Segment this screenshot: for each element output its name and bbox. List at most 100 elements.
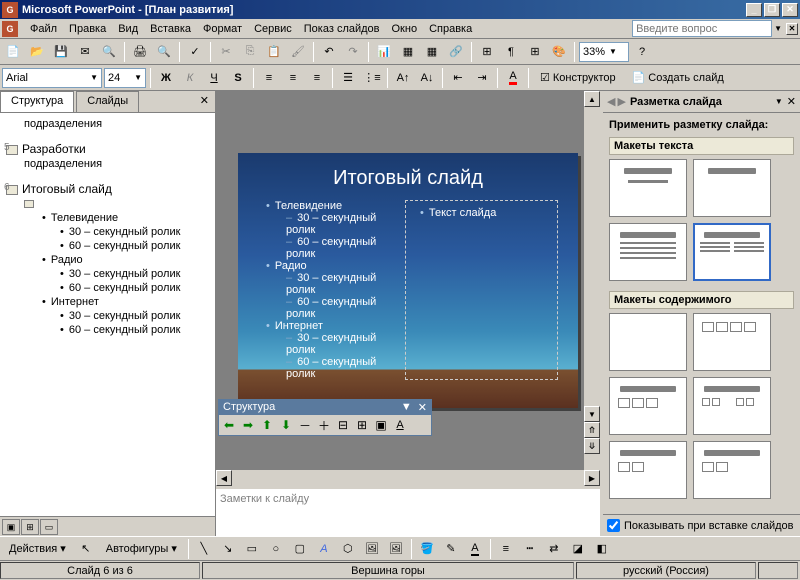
format-painter-button[interactable]: 🖌 (287, 41, 309, 63)
picture-button[interactable]: 🖼 (385, 538, 407, 560)
menu-insert[interactable]: Вставка (144, 21, 197, 37)
spelling-button[interactable]: ✓ (184, 41, 206, 63)
slide-body-placeholder[interactable]: Текст слайда (405, 200, 558, 380)
font-size-combo[interactable]: 24▼ (104, 68, 146, 88)
maximize-button[interactable]: ❐ (764, 3, 780, 17)
align-center-button[interactable]: ≡ (282, 67, 304, 89)
wordart-button[interactable]: A (313, 538, 335, 560)
increase-indent-button[interactable]: ⇥ (471, 67, 493, 89)
draw-actions-button[interactable]: Действия ▾ (2, 538, 73, 560)
underline-button[interactable]: Ч (203, 67, 225, 89)
oval-button[interactable]: ○ (265, 538, 287, 560)
pane-close-icon[interactable]: ✕ (194, 91, 215, 112)
open-button[interactable]: 📂 (26, 41, 48, 63)
diagram-button[interactable]: ⬡ (337, 538, 359, 560)
slide[interactable]: Итоговый слайд Телевидение 30 – секундны… (238, 153, 578, 408)
show-on-insert-checkbox[interactable]: Показывать при вставке слайдов (607, 519, 796, 532)
paste-button[interactable]: 📋 (263, 41, 285, 63)
close-button[interactable]: ✕ (782, 3, 798, 17)
clipart-button[interactable]: 🖼 (361, 538, 383, 560)
show-formatting-button[interactable]: A (392, 417, 408, 433)
menu-file[interactable]: Файл (24, 21, 63, 37)
layout-title-content[interactable] (609, 377, 687, 435)
menu-help[interactable]: Справка (423, 21, 478, 37)
taskpane-dropdown-icon[interactable]: ▼ (775, 97, 783, 106)
font-name-combo[interactable]: Arial▼ (2, 68, 102, 88)
taskpane-forward-icon[interactable]: ▶ (617, 95, 625, 108)
line-button[interactable]: ╲ (193, 538, 215, 560)
document-icon[interactable]: G (2, 21, 18, 37)
taskpane-back-icon[interactable]: ◀ (607, 95, 615, 108)
layout-content[interactable] (693, 313, 771, 371)
bullets-button[interactable]: ⋮≡ (361, 67, 383, 89)
outline-bullet[interactable]: 30 – секундный ролик (60, 309, 209, 323)
font-color-button[interactable]: A (464, 538, 486, 560)
notes-pane[interactable]: Заметки к слайду (216, 486, 600, 536)
next-slide-button[interactable]: ⤋ (584, 438, 600, 454)
layout-title-text[interactable] (609, 223, 687, 281)
redo-button[interactable]: ↷ (342, 41, 364, 63)
layout-title-only[interactable] (693, 159, 771, 217)
outline-bullet[interactable]: 60 – секундный ролик (60, 239, 209, 253)
slideshow-view-button[interactable]: ▭ (40, 519, 58, 535)
help-button[interactable]: ? (631, 41, 653, 63)
new-slide-button[interactable]: 📄 Создать слайд (625, 67, 731, 89)
outline-text[interactable]: подразделения (24, 157, 209, 171)
demote-button[interactable]: ➡ (240, 417, 256, 433)
arrow-button[interactable]: ↘ (217, 538, 239, 560)
design-button[interactable]: ☑ Конструктор (533, 67, 623, 89)
outline-bullet[interactable]: 60 – секундный ролик (60, 281, 209, 295)
outline-tree[interactable]: подразделения 5Разработки подразделения … (0, 113, 215, 516)
help-search[interactable] (632, 20, 772, 37)
tables-borders-button[interactable]: ▦ (421, 41, 443, 63)
menu-view[interactable]: Вид (112, 21, 144, 37)
align-right-button[interactable]: ≡ (306, 67, 328, 89)
menu-slideshow[interactable]: Показ слайдов (298, 21, 386, 37)
autoshapes-button[interactable]: Автофигуры ▾ (99, 538, 184, 560)
scroll-up-icon[interactable]: ▲ (584, 91, 600, 107)
preview-button[interactable]: 🔍 (153, 41, 175, 63)
rectangle-button[interactable]: ▭ (241, 538, 263, 560)
numbering-button[interactable]: ☰ (337, 67, 359, 89)
cut-button[interactable]: ✂ (215, 41, 237, 63)
decrease-font-button[interactable]: A↓ (416, 67, 438, 89)
save-button[interactable]: 💾 (50, 41, 72, 63)
zoom-combo[interactable]: 33%▼ (579, 42, 629, 62)
outline-bullet[interactable]: Интернет (42, 295, 209, 309)
sorter-view-button[interactable]: ⊞ (21, 519, 39, 535)
textbox-button[interactable]: ▢ (289, 538, 311, 560)
summary-slide-button[interactable]: ▣ (373, 417, 389, 433)
new-button[interactable]: 📄 (2, 41, 24, 63)
layout-two-column[interactable] (693, 223, 771, 281)
outline-slide-6[interactable]: 6Итоговый слайд (6, 181, 209, 197)
layout-title-two-content[interactable] (693, 377, 771, 435)
menu-window[interactable]: Окно (386, 21, 424, 37)
increase-font-button[interactable]: A↑ (392, 67, 414, 89)
menu-tools[interactable]: Сервис (248, 21, 298, 37)
color-button[interactable]: 🎨 (548, 41, 570, 63)
shadow-style-button[interactable]: ◪ (567, 538, 589, 560)
copy-button[interactable]: ⎘ (239, 41, 261, 63)
email-button[interactable]: ✉ (74, 41, 96, 63)
doc-close-button[interactable]: ✕ (786, 23, 798, 35)
outline-bullet[interactable]: 60 – секундный ролик (60, 323, 209, 337)
outline-bullet[interactable]: 30 – секундный ролик (60, 225, 209, 239)
expand-button[interactable]: ＋ (316, 417, 332, 433)
move-up-button[interactable]: ⬆ (259, 417, 275, 433)
outline-bullet[interactable]: Телевидение (42, 211, 209, 225)
help-input[interactable] (632, 20, 772, 37)
taskpane-close-icon[interactable]: ✕ (787, 95, 796, 108)
collapse-button[interactable]: － (297, 417, 313, 433)
select-objects-button[interactable]: ↖ (75, 538, 97, 560)
outline-floating-toolbar[interactable]: Структура▼✕ ⬅ ➡ ⬆ ⬇ － ＋ ⊟ ⊞ ▣ A (218, 399, 432, 436)
toolbar-dropdown-icon[interactable]: ▼ (401, 401, 412, 414)
print-button[interactable]: 🖨 (129, 41, 151, 63)
bold-button[interactable]: Ж (155, 67, 177, 89)
scroll-left-icon[interactable]: ◀ (216, 470, 232, 486)
minimize-button[interactable]: _ (746, 3, 762, 17)
menu-format[interactable]: Формат (197, 21, 248, 37)
search-button[interactable]: 🔍 (98, 41, 120, 63)
toolbar-close-icon[interactable]: ✕ (418, 401, 427, 414)
shadow-button[interactable]: S (227, 67, 249, 89)
grid-button[interactable]: ⊞ (524, 41, 546, 63)
